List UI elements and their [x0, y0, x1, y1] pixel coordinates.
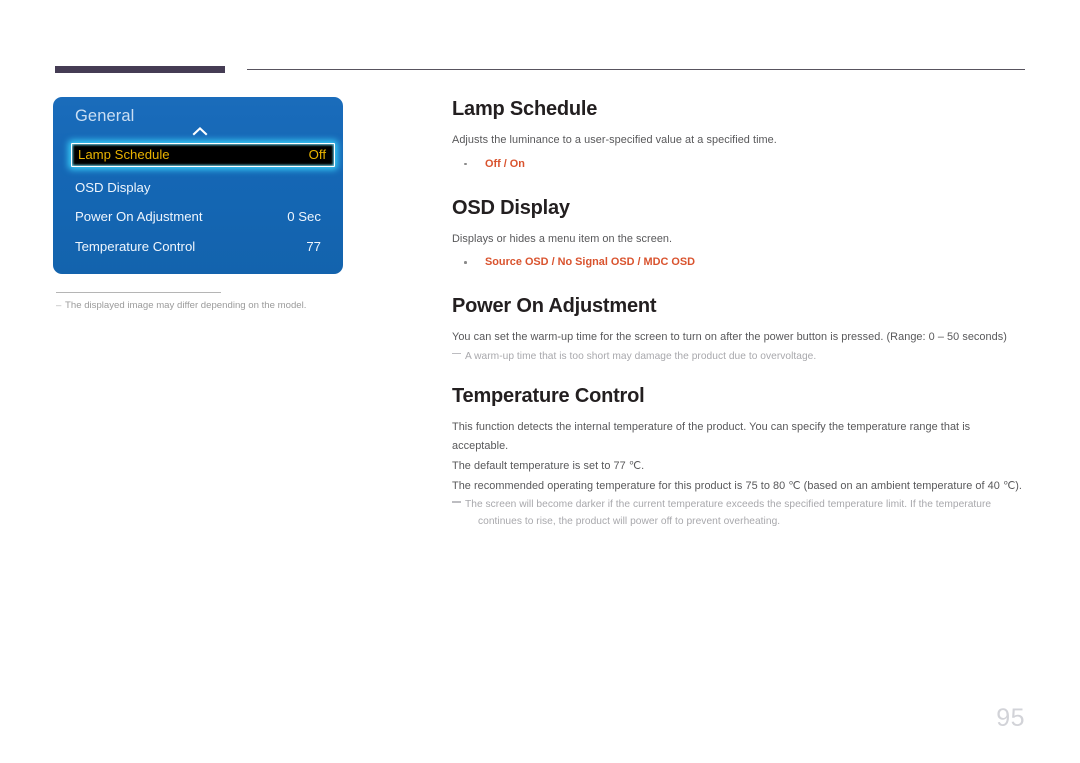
osd-menu-item-osd-display[interactable]: OSD Display	[53, 178, 343, 200]
section-description-osd-display: Displays or hides a menu item on the scr…	[452, 232, 673, 245]
section-options-osd-display: Source OSD / No Signal OSD / MDC OSD	[452, 253, 1027, 272]
section-note-text-line2: continues to rise, the product will powe…	[478, 516, 781, 528]
section-title-lamp-schedule: Lamp Schedule	[452, 98, 598, 120]
header-divider-rule	[247, 69, 1025, 70]
osd-menu-item-label: Lamp Schedule	[78, 147, 170, 162]
section-note-text: A warm-up time that is too short may dam…	[465, 350, 817, 362]
section-description-temperature-control-3: The recommended operating temperature fo…	[452, 479, 1023, 492]
osd-menu-item-value: 77	[306, 239, 321, 254]
osd-menu-item-lamp-schedule[interactable]: Lamp Schedule Off	[71, 143, 335, 167]
section-title-osd-display: OSD Display	[452, 196, 570, 219]
osd-menu-item-temperature-control[interactable]: Temperature Control 77	[53, 237, 343, 259]
section-description-power-on-adjustment: You can set the warm-up time for the scr…	[452, 331, 1007, 344]
section-note-text-line1: The screen will become darker if the cur…	[465, 499, 992, 511]
content-column: Lamp Schedule Adjusts the luminance to a…	[452, 96, 1027, 530]
section-options-text: Source OSD / No Signal OSD / MDC OSD	[485, 256, 695, 269]
osd-panel-title: General	[75, 107, 135, 125]
header-accent-bar	[55, 66, 225, 73]
panel-note: – The displayed image may differ dependin…	[56, 299, 356, 312]
panel-note-divider	[56, 292, 221, 293]
section-description-temperature-control-1: This function detects the internal tempe…	[452, 420, 971, 453]
bullet-dot-icon	[464, 162, 467, 166]
chevron-up-icon[interactable]	[191, 125, 209, 137]
section-description-lamp-schedule: Adjusts the luminance to a user-specifie…	[452, 134, 777, 146]
osd-menu-item-label: Power On Adjustment	[75, 209, 203, 224]
section-title-power-on-adjustment: Power On Adjustment	[452, 295, 657, 318]
dash-marker-icon	[452, 501, 461, 503]
page-number: 95	[996, 704, 1025, 732]
section-options-text: Off / On	[485, 157, 525, 170]
dash-marker-icon	[452, 352, 461, 355]
osd-menu-item-label: OSD Display	[75, 180, 151, 195]
osd-menu-panel: General Lamp Schedule Off OSD Display Po…	[53, 97, 343, 274]
panel-note-text: The displayed image may differ depending…	[65, 300, 307, 311]
osd-menu-item-value: 0 Sec	[287, 209, 321, 224]
section-title-temperature-control: Temperature Control	[452, 384, 645, 407]
section-note-temperature-control: The screen will become darker if the cur…	[452, 496, 1027, 530]
section-note-power-on-adjustment: A warm-up time that is too short may dam…	[452, 348, 1027, 365]
osd-menu-item-power-on-adjustment[interactable]: Power On Adjustment 0 Sec	[53, 207, 343, 229]
dash-marker-icon: –	[56, 300, 62, 311]
bullet-dot-icon	[464, 261, 467, 264]
osd-menu-item-value: Off	[308, 147, 326, 162]
section-options-lamp-schedule: Off / On	[452, 155, 1027, 174]
osd-menu-item-label: Temperature Control	[75, 239, 196, 254]
section-description-temperature-control-2: The default temperature is set to 77 ℃.	[452, 459, 645, 472]
